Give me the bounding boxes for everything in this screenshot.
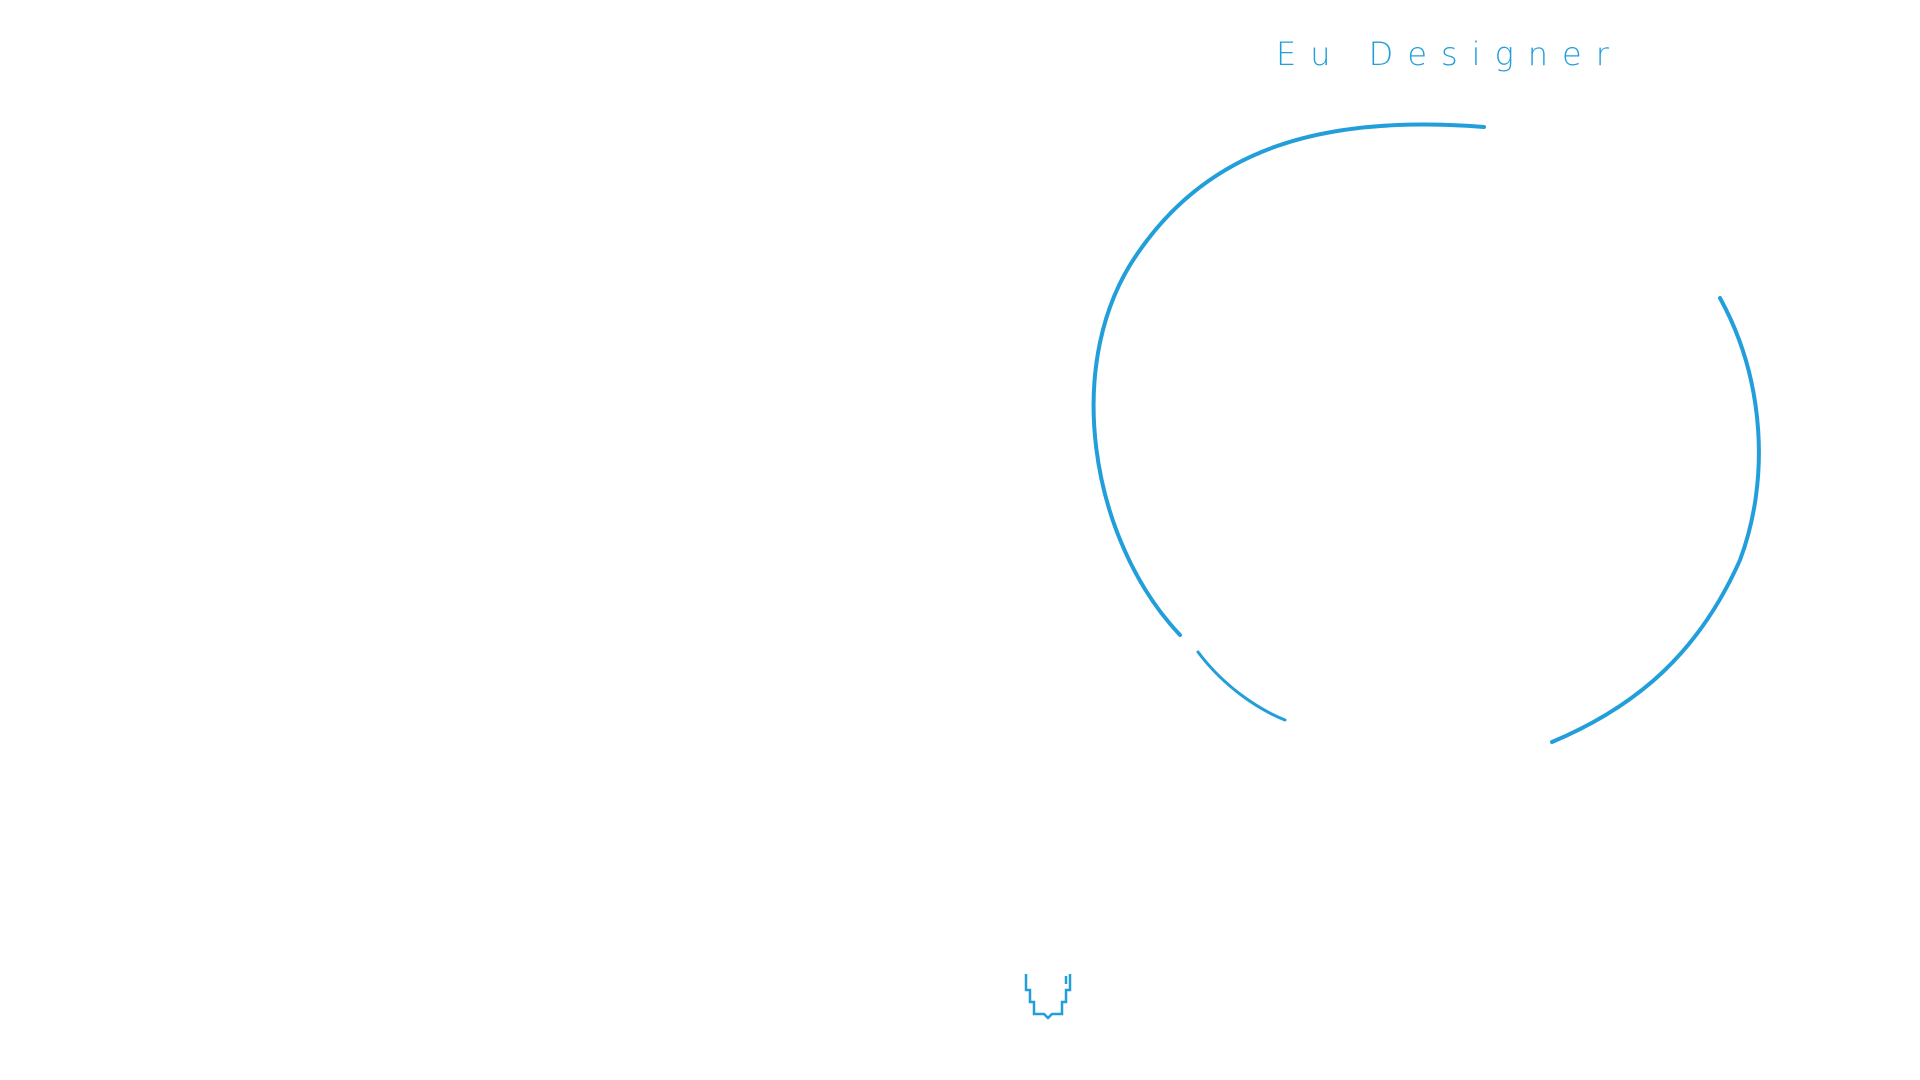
ring-arc-right xyxy=(1550,296,1761,744)
monogram-u-icon xyxy=(1024,974,1072,1020)
ring-arc-left xyxy=(1091,122,1486,637)
splash-stage: Eu Designer xyxy=(0,0,1920,1080)
ring-arc-bottom-left xyxy=(1196,650,1287,722)
broken-circle-icon xyxy=(1091,122,1761,744)
